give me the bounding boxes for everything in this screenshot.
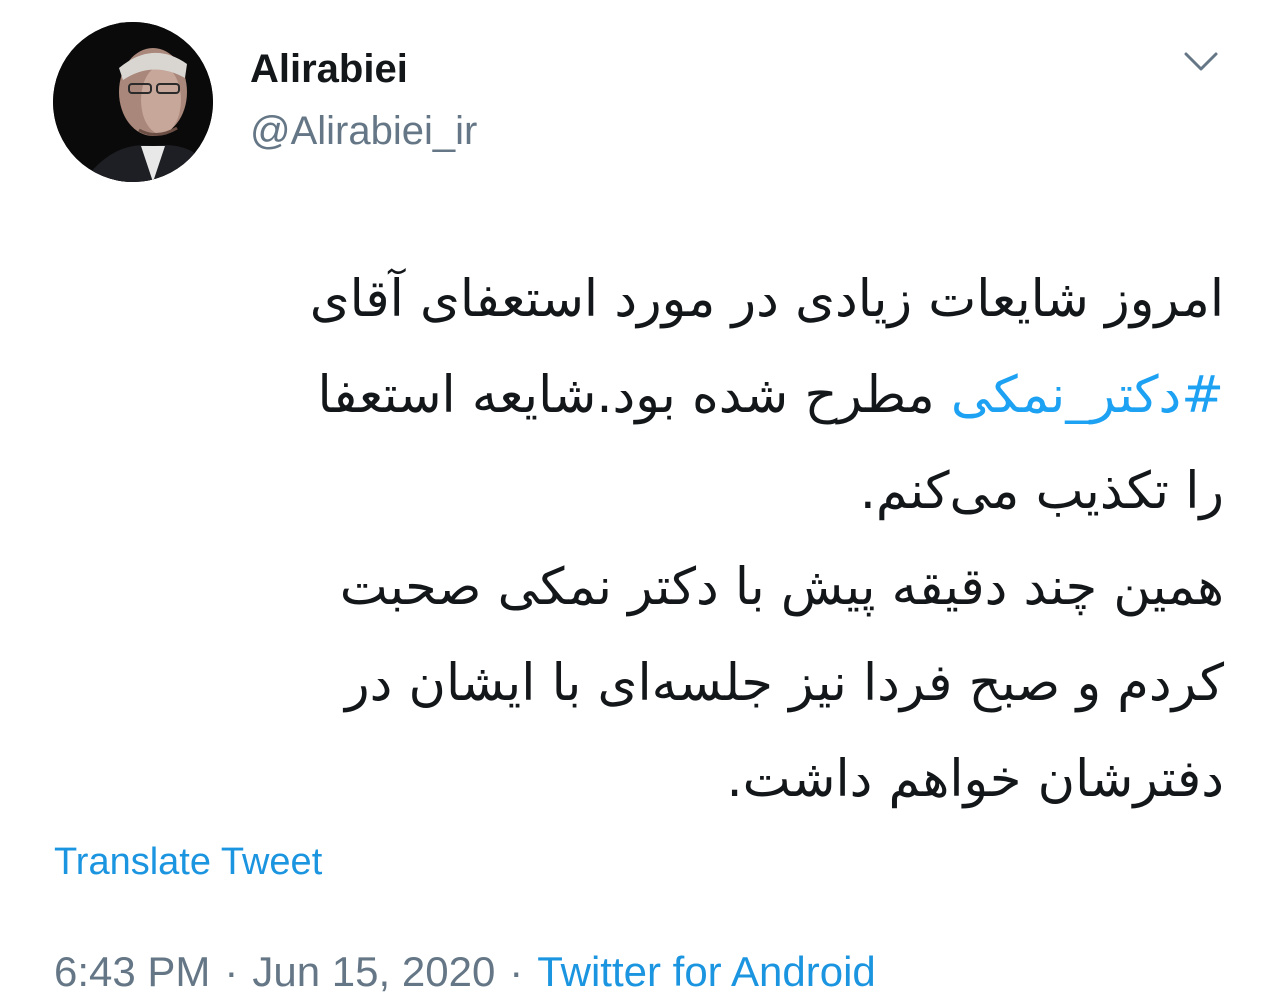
tweet-date[interactable]: Jun 15, 2020 xyxy=(252,948,495,995)
chevron-down-icon[interactable] xyxy=(1178,44,1224,80)
tweet-line: کردم و صبح فردا نیز جلسه‌ای با ایشان در xyxy=(344,654,1224,713)
hashtag-link[interactable]: #دکتر_نمکی xyxy=(951,366,1224,425)
user-handle[interactable]: @Alirabiei_ir xyxy=(250,106,477,156)
meta-separator: · xyxy=(224,948,239,995)
tweet-line: #دکتر_نمکی مطرح شده بود.شایعه استعفا xyxy=(64,348,1224,444)
tweet-line: را تکذیب می‌کنم. xyxy=(859,462,1224,521)
avatar[interactable] xyxy=(53,22,213,182)
tweet-line: دفترشان خواهم داشت. xyxy=(726,750,1224,809)
tweet-text: امروز شایعات زیادی در مورد استعفای آقای … xyxy=(64,252,1224,828)
display-name[interactable]: Alirabiei xyxy=(250,44,408,94)
tweet-time[interactable]: 6:43 PM xyxy=(54,948,210,995)
profile-photo xyxy=(53,22,213,182)
meta-separator: · xyxy=(509,948,524,995)
translate-tweet-link[interactable]: Translate Tweet xyxy=(54,837,322,887)
tweet-line: امروز شایعات زیادی در مورد استعفای آقای xyxy=(309,270,1224,329)
tweet-line-text: مطرح شده بود.شایعه استعفا xyxy=(317,366,951,425)
tweet-line: همین چند دقیقه پیش با دکتر نمکی صحبت xyxy=(339,558,1224,617)
tweet-meta: 6:43 PM · Jun 15, 2020 · Twitter for Android xyxy=(54,944,876,1000)
tweet-source-link[interactable]: Twitter for Android xyxy=(537,948,875,995)
